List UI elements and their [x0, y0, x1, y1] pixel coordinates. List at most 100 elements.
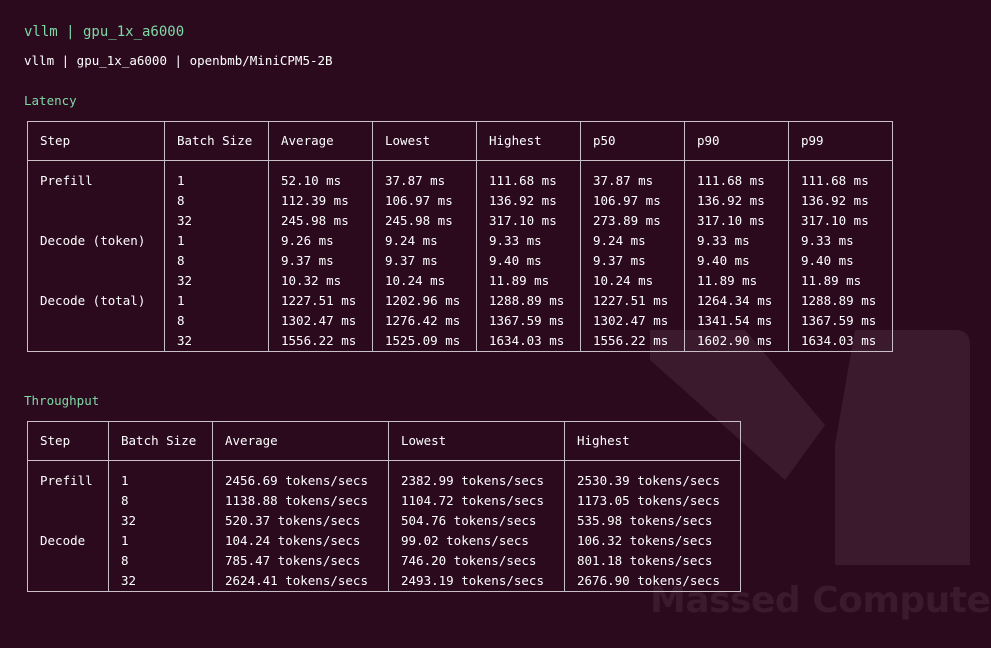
table-cell: 8 — [164, 251, 269, 271]
table-cell — [27, 571, 109, 592]
table-cell — [27, 331, 165, 352]
table-cell: 2493.19 tokens/secs — [388, 571, 565, 592]
table-cell — [27, 191, 165, 211]
table-row: 32 245.98 ms 245.98 ms 317.10 ms 273.89 ms 31… — [27, 211, 893, 231]
table-row: Prefill 1 2456.69 tokens/secs 2382.99 token… — [27, 460, 741, 491]
latency-col-header: p50 — [580, 121, 685, 161]
table-cell: 9.40 ms — [788, 251, 893, 271]
table-cell: 11.89 ms — [788, 271, 893, 291]
table-cell: Prefill — [27, 460, 109, 491]
table-cell: 2456.69 tokens/secs — [212, 460, 389, 491]
table-cell: 9.33 ms — [476, 231, 581, 251]
latency-col-header: Highest — [476, 121, 581, 161]
table-cell: 785.47 tokens/secs — [212, 551, 389, 571]
table-cell: 1634.03 ms — [788, 331, 893, 352]
table-cell: 9.40 ms — [684, 251, 789, 271]
table-cell: 1367.59 ms — [788, 311, 893, 331]
table-cell: 10.32 ms — [268, 271, 373, 291]
table-cell: 1138.88 tokens/secs — [212, 491, 389, 511]
throughput-col-header: Batch Size — [108, 421, 213, 461]
table-row: 8 1302.47 ms 1276.42 ms 1367.59 ms 1302.47 m… — [27, 311, 893, 331]
table-cell: 10.24 ms — [372, 271, 477, 291]
table-row: Prefill 1 52.10 ms 37.87 ms 111.68 ms 37.87 m… — [27, 160, 893, 191]
table-cell: 1556.22 ms — [580, 331, 685, 352]
table-cell: 801.18 tokens/secs — [564, 551, 741, 571]
throughput-col-header: Lowest — [388, 421, 565, 461]
table-cell: 2530.39 tokens/secs — [564, 460, 741, 491]
table-cell: 1634.03 ms — [476, 331, 581, 352]
table-cell — [27, 311, 165, 331]
table-cell: 136.92 ms — [476, 191, 581, 211]
latency-table: Step Batch Size Average Lowest Highest p50 p90… — [27, 121, 893, 352]
table-cell: 9.40 ms — [476, 251, 581, 271]
table-row: 32 520.37 tokens/secs 504.76 tokens/secs 53… — [27, 511, 741, 531]
table-cell: 9.37 ms — [268, 251, 373, 271]
table-cell: 1602.90 ms — [684, 331, 789, 352]
table-cell: 1 — [164, 160, 269, 191]
table-cell: 1264.34 ms — [684, 291, 789, 311]
table-cell: 746.20 tokens/secs — [388, 551, 565, 571]
table-cell: 1227.51 ms — [268, 291, 373, 311]
latency-col-header: Batch Size — [164, 121, 269, 161]
table-cell: 2676.90 tokens/secs — [564, 571, 741, 592]
table-cell — [27, 551, 109, 571]
table-cell: 1288.89 ms — [788, 291, 893, 311]
table-cell: 1 — [164, 231, 269, 251]
table-cell: 106.97 ms — [580, 191, 685, 211]
table-cell: Decode (token) — [27, 231, 165, 251]
table-cell: 11.89 ms — [476, 271, 581, 291]
table-cell: 99.02 tokens/secs — [388, 531, 565, 551]
table-cell: 32 — [164, 271, 269, 291]
table-cell — [27, 511, 109, 531]
latency-body: Prefill 1 52.10 ms 37.87 ms 111.68 ms 37.87 m… — [27, 160, 893, 352]
table-cell: 273.89 ms — [580, 211, 685, 231]
table-row: 32 2624.41 tokens/secs 2493.19 tokens/secs… — [27, 571, 741, 592]
table-row: Decode (token) 1 9.26 ms 9.24 ms 9.33 ms 9.24… — [27, 231, 893, 251]
table-cell: 111.68 ms — [788, 160, 893, 191]
table-cell: Decode — [27, 531, 109, 551]
table-cell: 9.24 ms — [580, 231, 685, 251]
latency-heading: Latency — [24, 93, 77, 108]
table-cell: 317.10 ms — [684, 211, 789, 231]
table-cell: 8 — [108, 491, 213, 511]
throughput-table: Step Batch Size Average Lowest Highest Prefi… — [27, 421, 741, 592]
table-cell: 317.10 ms — [788, 211, 893, 231]
table-cell: 1276.42 ms — [372, 311, 477, 331]
throughput-body: Prefill 1 2456.69 tokens/secs 2382.99 token… — [27, 460, 741, 592]
table-cell: 8 — [108, 551, 213, 571]
table-cell — [27, 211, 165, 231]
latency-col-header: p99 — [788, 121, 893, 161]
table-cell: 1288.89 ms — [476, 291, 581, 311]
latency-col-header: Step — [27, 121, 165, 161]
table-row: Decode 1 104.24 tokens/secs 99.02 tokens/se… — [27, 531, 741, 551]
page-title: vllm | gpu_1x_a6000 — [24, 24, 185, 40]
table-cell: Prefill — [27, 160, 165, 191]
table-cell: 32 — [108, 511, 213, 531]
table-cell: 136.92 ms — [684, 191, 789, 211]
table-cell: 106.32 tokens/secs — [564, 531, 741, 551]
table-cell: 9.24 ms — [372, 231, 477, 251]
table-cell: 1367.59 ms — [476, 311, 581, 331]
table-cell: 1104.72 tokens/secs — [388, 491, 565, 511]
table-row: 32 1556.22 ms 1525.09 ms 1634.03 ms 1556.22 … — [27, 331, 893, 352]
table-cell: 112.39 ms — [268, 191, 373, 211]
table-cell: 520.37 tokens/secs — [212, 511, 389, 531]
table-cell: 9.37 ms — [580, 251, 685, 271]
table-cell — [27, 491, 109, 511]
table-cell: 1302.47 ms — [580, 311, 685, 331]
table-row: 8 112.39 ms 106.97 ms 136.92 ms 106.97 ms 136… — [27, 191, 893, 211]
table-cell: 37.87 ms — [372, 160, 477, 191]
table-cell — [27, 251, 165, 271]
table-cell: 37.87 ms — [580, 160, 685, 191]
table-cell: 9.37 ms — [372, 251, 477, 271]
table-cell — [27, 271, 165, 291]
table-cell: 245.98 ms — [268, 211, 373, 231]
latency-header-row: Step Batch Size Average Lowest Highest p50 p90… — [27, 121, 893, 161]
table-cell: 32 — [108, 571, 213, 592]
table-cell: 1 — [164, 291, 269, 311]
throughput-col-header: Average — [212, 421, 389, 461]
table-cell: 10.24 ms — [580, 271, 685, 291]
table-cell: 1302.47 ms — [268, 311, 373, 331]
table-cell: 1 — [108, 531, 213, 551]
table-cell: 111.68 ms — [684, 160, 789, 191]
